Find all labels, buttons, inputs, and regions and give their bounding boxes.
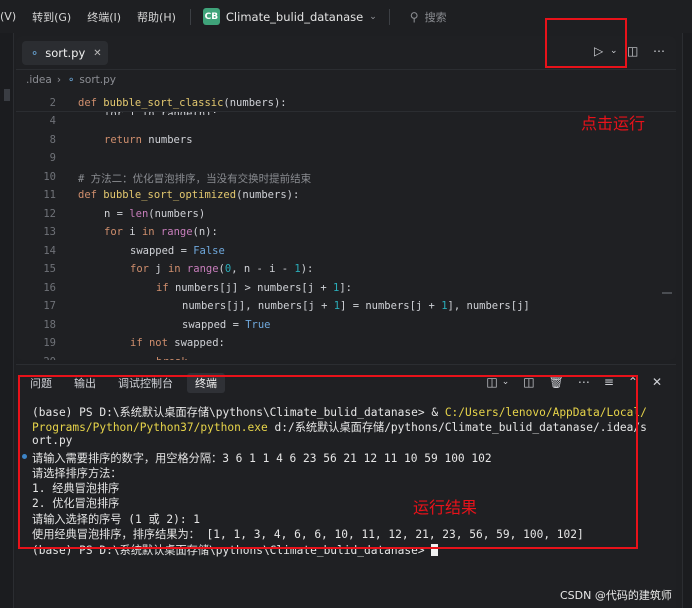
menu-help[interactable]: 帮助(H) bbox=[129, 9, 184, 25]
line-number: 2 bbox=[49, 97, 56, 109]
close-icon[interactable]: ✕ bbox=[93, 48, 101, 59]
code-line: numbers[j], numbers[j + 1] = numbers[j +… bbox=[182, 300, 530, 312]
code-line: n = len(numbers) bbox=[104, 208, 206, 220]
menu-goto[interactable]: 转到(G) bbox=[24, 9, 79, 25]
chevron-down-icon: ⌄ bbox=[369, 11, 377, 22]
sticky-scroll-header: 2 def bubble_sort_classic(numbers): bbox=[16, 94, 676, 112]
left-activity-strip bbox=[0, 33, 14, 608]
python-file-icon: ⚬ bbox=[67, 74, 76, 86]
line-number: 12 bbox=[43, 208, 56, 220]
run-highlight-box bbox=[545, 18, 627, 68]
code-line: def bubble_sort_classic(numbers): bbox=[78, 97, 287, 109]
breadcrumb: .idea › ⚬ sort.py bbox=[26, 72, 116, 88]
result-highlight-box bbox=[18, 375, 638, 549]
menu-terminal[interactable]: 终端(I) bbox=[79, 9, 129, 25]
line-number: 11 bbox=[43, 189, 56, 201]
menu-divider bbox=[388, 8, 390, 25]
code-comment: # 方法二：优化冒泡排序，当没有交换时提前结束 bbox=[78, 173, 312, 185]
split-editor-icon[interactable]: ◫ bbox=[627, 44, 638, 58]
line-number: 15 bbox=[43, 263, 56, 275]
line-number: 10 bbox=[43, 171, 56, 183]
code-line: break bbox=[156, 356, 188, 360]
line-number: 18 bbox=[43, 319, 56, 331]
minimap-marker bbox=[662, 292, 672, 294]
python-file-icon: ⚬ bbox=[30, 46, 40, 60]
editor-panel: ⚬ sort.py ✕ ▷ ⌄ ◫ ⋯ .idea › ⚬ sort.py fo… bbox=[16, 36, 676, 360]
code-line: swapped = False bbox=[130, 245, 225, 257]
code-line: for i in range(n): bbox=[104, 226, 218, 238]
line-number: 19 bbox=[43, 337, 56, 349]
code-line: def bubble_sort_optimized(numbers): bbox=[78, 189, 300, 201]
more-actions-icon[interactable]: ⋯ bbox=[653, 44, 665, 58]
strip-marker bbox=[4, 89, 10, 101]
code-line: return numbers bbox=[104, 134, 193, 146]
menu-view[interactable]: (V) bbox=[0, 10, 24, 23]
line-number: 20 bbox=[16, 356, 56, 360]
project-selector[interactable]: CB Climate_bulid_datanase ⌄ bbox=[197, 8, 383, 25]
breadcrumb-folder[interactable]: .idea bbox=[26, 74, 52, 86]
menu-divider bbox=[189, 8, 191, 25]
line-number: 8 bbox=[49, 134, 56, 146]
line-number: 4 bbox=[49, 115, 56, 127]
line-number: 9 bbox=[49, 152, 56, 164]
search-icon: ⚲ bbox=[409, 9, 419, 24]
code-line: for j in range(0, n - i - 1): bbox=[130, 263, 314, 275]
search-input[interactable]: ⚲ 搜索 bbox=[410, 9, 447, 25]
right-tool-strip bbox=[682, 33, 692, 608]
line-number: 14 bbox=[43, 245, 56, 257]
breadcrumb-file[interactable]: sort.py bbox=[79, 74, 116, 86]
annotation-click-run: 点击运行 bbox=[581, 114, 646, 133]
search-placeholder: 搜索 bbox=[424, 10, 447, 24]
code-line: if numbers[j] > numbers[j + 1]: bbox=[156, 282, 353, 294]
watermark: CSDN @代码的建筑师 bbox=[560, 589, 672, 602]
tab-sort-py[interactable]: ⚬ sort.py ✕ bbox=[22, 41, 108, 65]
line-number: 16 bbox=[43, 282, 56, 294]
code-line: swapped = True bbox=[182, 319, 271, 331]
annotation-run-result: 运行结果 bbox=[413, 498, 478, 517]
line-number: 17 bbox=[43, 300, 56, 312]
tab-label: sort.py bbox=[45, 46, 86, 60]
project-badge: CB bbox=[202, 8, 220, 25]
close-icon[interactable]: ✕ bbox=[652, 375, 662, 389]
project-name: Climate_bulid_datanase bbox=[225, 9, 364, 24]
line-number: 13 bbox=[43, 226, 56, 238]
breadcrumb-separator: › bbox=[56, 74, 62, 86]
code-line: if not swapped: bbox=[130, 337, 225, 349]
